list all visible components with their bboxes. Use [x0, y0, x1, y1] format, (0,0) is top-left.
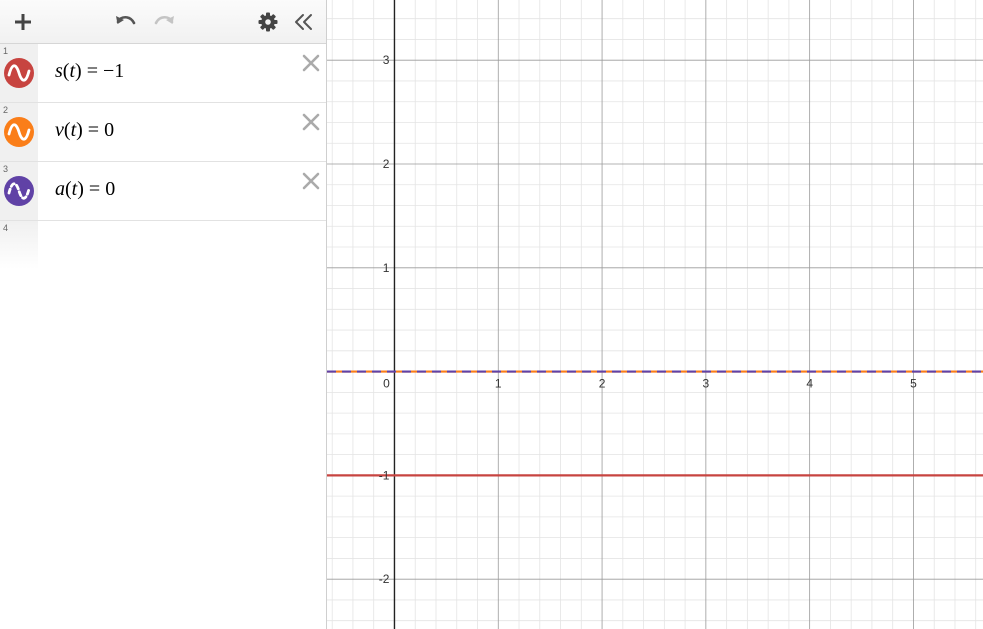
- color-toggle-button[interactable]: [4, 58, 34, 88]
- delete-expression-button[interactable]: [300, 111, 322, 133]
- expression-toolbar: [0, 0, 326, 44]
- expression-value: −1: [102, 60, 125, 82]
- expression-index: 3: [3, 164, 9, 174]
- y-tick-label: -1: [379, 468, 390, 482]
- delete-expression-button[interactable]: [300, 52, 322, 74]
- y-tick-label: -2: [379, 572, 390, 586]
- minor-gridlines: [327, 0, 983, 629]
- expression-row[interactable]: 2 v(t) = 0: [0, 103, 326, 162]
- x-tick-label: 3: [703, 377, 710, 391]
- expression-input[interactable]: s(t) = −1: [55, 60, 124, 83]
- expression-tab: 3: [0, 162, 38, 220]
- major-gridlines: [327, 0, 983, 629]
- graphing-calculator-app: 1 s(t) = −1 2 v(t) = 0 3 a(t) = 0 4 0 1 …: [0, 0, 983, 629]
- plus-icon: [15, 14, 31, 30]
- expression-tab: 1: [0, 44, 38, 102]
- dashed-wave-icon: [7, 182, 31, 200]
- graph-paper[interactable]: 0 1 2 3 4 5 3 2 1 -1 -2: [327, 0, 983, 629]
- redo-icon: [154, 15, 174, 25]
- double-chevron-left-icon: [295, 14, 312, 30]
- undo-button[interactable]: [112, 0, 140, 44]
- wave-icon: [7, 64, 31, 82]
- expression-tab: 4: [0, 221, 38, 269]
- expression-input[interactable]: a(t) = 0: [55, 178, 115, 201]
- y-tick-label: 1: [383, 261, 390, 275]
- expression-index: 1: [3, 46, 9, 56]
- color-toggle-button[interactable]: [4, 117, 34, 147]
- graph-canvas[interactable]: 0 1 2 3 4 5 3 2 1 -1 -2: [327, 0, 983, 629]
- y-tick-label: 3: [383, 53, 390, 67]
- curves: [327, 370, 983, 477]
- wave-icon: [7, 123, 31, 141]
- expression-value: 0: [104, 119, 115, 141]
- collapse-panel-button[interactable]: [290, 0, 318, 44]
- empty-expression-row[interactable]: 4: [0, 221, 326, 269]
- expression-input[interactable]: v(t) = 0: [55, 119, 114, 142]
- y-axis-tick-labels: 3 2 1 -1 -2: [379, 53, 390, 586]
- y-tick-label: 2: [383, 157, 390, 171]
- undo-icon: [116, 15, 136, 25]
- expression-tab: 2: [0, 103, 38, 161]
- delete-expression-button[interactable]: [300, 170, 322, 192]
- settings-button[interactable]: [254, 0, 282, 44]
- function-name: v: [55, 119, 64, 141]
- close-icon: [302, 113, 320, 131]
- gear-icon: [258, 12, 278, 32]
- x-axis-tick-labels: 0 1 2 3 4 5: [383, 377, 917, 391]
- color-toggle-button[interactable]: [4, 176, 34, 206]
- redo-button[interactable]: [150, 0, 178, 44]
- expression-index: 4: [3, 223, 9, 233]
- close-icon: [302, 54, 320, 72]
- x-tick-label: 1: [495, 377, 502, 391]
- expression-row[interactable]: 3 a(t) = 0: [0, 162, 326, 221]
- x-tick-label: 4: [806, 377, 813, 391]
- x-tick-label: 5: [910, 377, 917, 391]
- expression-list: 1 s(t) = −1 2 v(t) = 0 3 a(t) = 0 4: [0, 44, 326, 269]
- function-name: a: [55, 178, 65, 200]
- close-icon: [302, 172, 320, 190]
- x-tick-label: 2: [599, 377, 606, 391]
- expression-row[interactable]: 1 s(t) = −1: [0, 44, 326, 103]
- add-item-button[interactable]: [8, 0, 38, 44]
- x-tick-label: 0: [383, 377, 390, 391]
- function-name: s: [55, 60, 63, 82]
- expression-index: 2: [3, 105, 9, 115]
- expression-panel: 1 s(t) = −1 2 v(t) = 0 3 a(t) = 0 4: [0, 0, 327, 629]
- axes: [327, 0, 983, 629]
- expression-value: 0: [105, 178, 116, 200]
